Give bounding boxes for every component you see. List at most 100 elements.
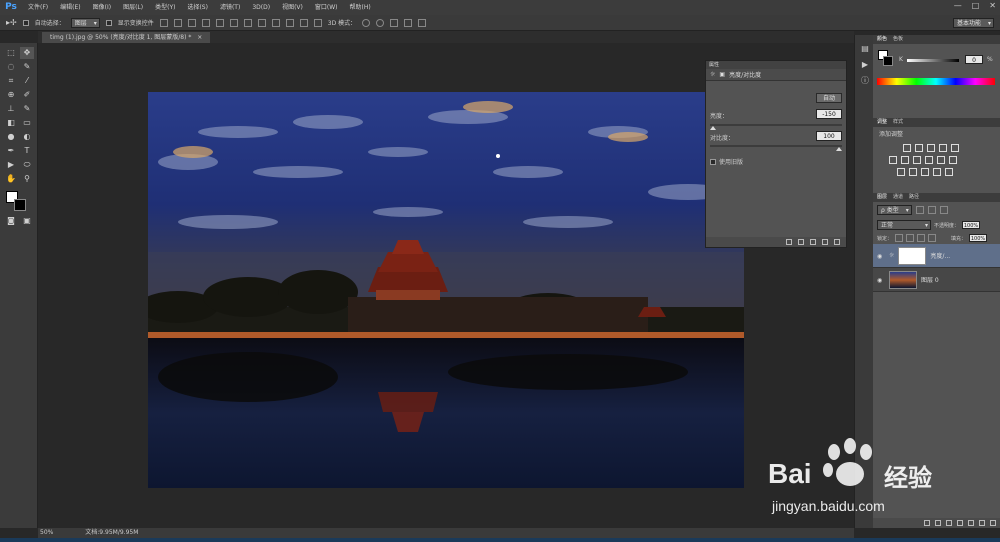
invert-icon[interactable] — [897, 168, 905, 176]
screen-mode-icon[interactable]: ▣ — [20, 215, 34, 227]
menu-item[interactable]: 编辑(E) — [54, 0, 86, 15]
menu-item[interactable]: 滤镜(T) — [214, 0, 246, 15]
layer-name[interactable]: 图层 0 — [921, 275, 939, 284]
marquee-tool-icon[interactable]: ⬚ — [4, 47, 18, 59]
curves-icon[interactable] — [927, 144, 935, 152]
distribute-top-icon[interactable] — [243, 18, 252, 27]
align-top-icon[interactable] — [159, 18, 168, 27]
trash-icon[interactable] — [834, 239, 840, 245]
tab-paths[interactable]: 路径 — [909, 193, 919, 202]
align-center-icon[interactable] — [215, 18, 224, 27]
tab-adjustments[interactable]: 调整 — [877, 118, 887, 127]
auto-select-checkbox[interactable] — [22, 19, 29, 26]
mask-icon[interactable]: ▣ — [719, 71, 725, 78]
legacy-checkbox[interactable] — [710, 158, 716, 165]
history-panel-icon[interactable]: ▤ — [858, 43, 872, 55]
menu-item[interactable]: 选择(S) — [181, 0, 214, 15]
tab-styles[interactable]: 样式 — [893, 118, 903, 127]
quick-mask-icon[interactable]: ◙ — [4, 215, 18, 227]
eye-icon[interactable]: ◉ — [877, 253, 885, 260]
legacy-option[interactable]: 使用旧版 — [710, 157, 743, 166]
3d-slide-icon[interactable] — [404, 18, 413, 27]
exposure-icon[interactable] — [939, 144, 947, 152]
brightness-slider-thumb[interactable] — [710, 126, 716, 130]
brightness-contrast-icon[interactable] — [903, 144, 911, 152]
vibrance-icon[interactable] — [951, 144, 959, 152]
layer-filter-dropdown[interactable]: ρ 类型 — [877, 205, 912, 216]
auto-select-dropdown[interactable]: 图层 — [70, 17, 100, 29]
color-spectrum[interactable] — [877, 78, 995, 85]
view-previous-icon[interactable] — [798, 239, 804, 245]
zoom-tool-icon[interactable]: ⚲ — [20, 173, 34, 185]
align-left-icon[interactable] — [201, 18, 210, 27]
eraser-tool-icon[interactable]: ◧ — [4, 117, 18, 129]
selective-color-icon[interactable] — [933, 168, 941, 176]
3d-roll-icon[interactable] — [376, 18, 385, 27]
levels-icon[interactable] — [915, 144, 923, 152]
layer-name[interactable]: 亮度/... — [930, 251, 950, 260]
3d-drag-icon[interactable] — [390, 18, 399, 27]
close-icon[interactable]: ✕ — [989, 1, 996, 10]
clone-stamp-icon[interactable]: ⊥ — [4, 103, 18, 115]
align-right-icon[interactable] — [229, 18, 238, 27]
tab-swatches[interactable]: 色板 — [893, 35, 903, 44]
history-brush-icon[interactable]: ✎ — [20, 103, 34, 115]
document-size[interactable]: 文档:9.95M/9.95M — [55, 529, 138, 536]
background-color-swatch[interactable] — [14, 199, 26, 211]
lock-all-icon[interactable] — [928, 234, 937, 242]
k-channel-value[interactable]: 0 — [965, 55, 983, 64]
pen-tool-icon[interactable]: ✒ — [4, 145, 18, 157]
tab-close-icon[interactable]: × — [197, 34, 202, 41]
document-image[interactable] — [148, 92, 744, 488]
gradient-map-icon[interactable] — [945, 168, 953, 176]
fill-field[interactable]: 100% — [969, 234, 988, 242]
layer-mask-thumbnail[interactable] — [898, 246, 927, 265]
healing-brush-icon[interactable]: ⊕ — [4, 89, 18, 101]
3d-scale-icon[interactable] — [418, 18, 427, 27]
filter-type-icon[interactable] — [939, 206, 948, 214]
layer-row[interactable]: ◉ ☼ 亮度/... — [873, 244, 1000, 268]
maximize-icon[interactable]: □ — [972, 1, 980, 10]
move-tool-icon[interactable]: ▸✢ — [6, 18, 17, 27]
blend-mode-dropdown[interactable]: 正常 — [877, 220, 931, 231]
distribute-bottom-icon[interactable] — [271, 18, 280, 27]
align-middle-icon[interactable] — [173, 18, 182, 27]
show-transform-checkbox[interactable] — [105, 19, 112, 26]
document-tab[interactable]: timg (1).jpg @ 50% (亮度/对比度 1, 图层蒙版/8) * … — [42, 32, 211, 43]
zoom-level[interactable]: 50% — [38, 529, 53, 536]
hue-saturation-icon[interactable] — [889, 156, 897, 164]
filter-adjust-icon[interactable] — [927, 206, 936, 214]
workspace-dropdown[interactable]: 基本功能 — [952, 18, 994, 29]
menu-item[interactable]: 图像(I) — [87, 0, 117, 15]
contrast-value-field[interactable]: 100 — [816, 131, 842, 141]
lock-position-icon[interactable] — [917, 234, 926, 242]
lock-pixels-icon[interactable] — [906, 234, 915, 242]
align-bottom-icon[interactable] — [187, 18, 196, 27]
visibility-icon[interactable] — [822, 239, 828, 245]
opacity-field[interactable]: 100% — [962, 221, 981, 229]
distribute-center-icon[interactable] — [299, 18, 308, 27]
lock-transparent-icon[interactable] — [895, 234, 904, 242]
tab-channels[interactable]: 通道 — [893, 193, 903, 202]
menu-item[interactable]: 类型(Y) — [149, 0, 181, 15]
black-white-icon[interactable] — [913, 156, 921, 164]
ellipse-tool-icon[interactable]: ⬭ — [20, 159, 34, 171]
reset-icon[interactable] — [810, 239, 816, 245]
type-tool-icon[interactable]: T — [20, 145, 34, 157]
crop-tool-icon[interactable]: ⌗ — [4, 75, 18, 87]
layer-thumbnail[interactable] — [889, 270, 917, 289]
gradient-tool-icon[interactable]: ▭ — [20, 117, 34, 129]
threshold-icon[interactable] — [921, 168, 929, 176]
minimize-icon[interactable]: — — [954, 1, 962, 10]
filter-pixel-icon[interactable] — [915, 206, 924, 214]
menu-item[interactable]: 图层(L) — [117, 0, 149, 15]
contrast-slider[interactable] — [710, 144, 842, 152]
dodge-tool-icon[interactable]: ◐ — [20, 131, 34, 143]
color-lookup-icon[interactable] — [949, 156, 957, 164]
layer-row[interactable]: ◉ 图层 0 — [873, 268, 1000, 292]
distribute-middle-icon[interactable] — [257, 18, 266, 27]
color-balance-icon[interactable] — [901, 156, 909, 164]
menu-item[interactable]: 3D(D) — [246, 0, 276, 15]
tab-color[interactable]: 颜色 — [877, 35, 887, 44]
menu-item[interactable]: 帮助(H) — [344, 0, 377, 15]
